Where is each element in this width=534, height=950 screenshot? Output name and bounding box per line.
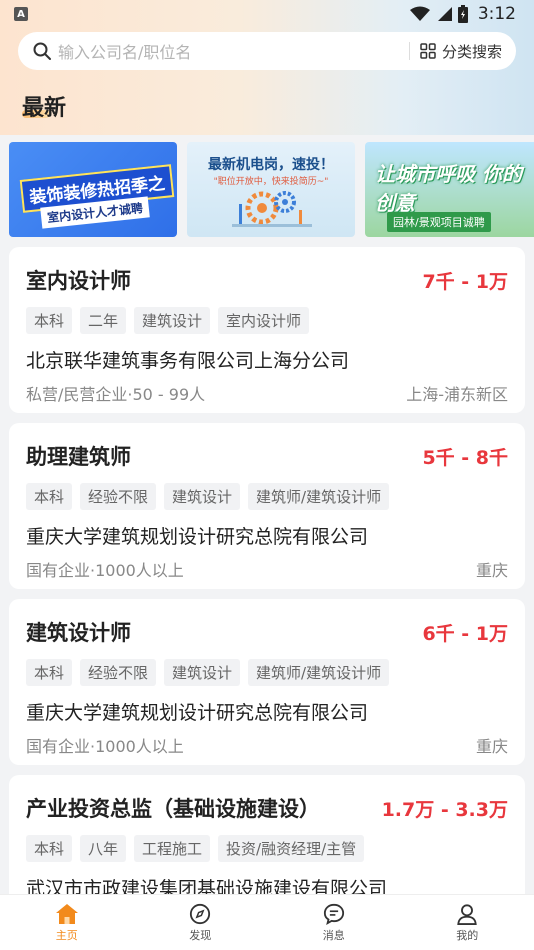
job-location: 上海-浦东新区 bbox=[406, 385, 508, 404]
tab-profile[interactable]: 我的 bbox=[427, 903, 507, 943]
search-input[interactable]: 输入公司名/职位名 bbox=[58, 39, 399, 63]
job-tag: 工程施工 bbox=[134, 835, 211, 862]
tab-label: 发现 bbox=[189, 928, 212, 942]
category-search-button[interactable]: 分类搜索 bbox=[420, 41, 502, 62]
tab-messages[interactable]: 消息 bbox=[294, 903, 374, 943]
search-divider bbox=[408, 42, 410, 60]
banner-subtitle: 园林/景观项目诚聘 bbox=[387, 212, 491, 232]
gears-illustration bbox=[232, 191, 312, 227]
job-salary: 1.7万 - 3.3万 bbox=[381, 798, 508, 821]
banner-electromechanical[interactable]: 最新机电岗，速投！ "职位开放中，快来投简历~" bbox=[187, 142, 355, 237]
tab-label: 主页 bbox=[55, 928, 78, 942]
job-tag: 本科 bbox=[26, 659, 73, 686]
job-tag: 建筑师/建筑设计师 bbox=[248, 659, 390, 686]
tab-label: 我的 bbox=[456, 928, 479, 942]
job-tag: 室内设计师 bbox=[218, 307, 310, 334]
job-tag: 经验不限 bbox=[80, 659, 157, 686]
search-icon bbox=[33, 42, 51, 60]
search-bar[interactable]: 输入公司名/职位名 分类搜索 bbox=[18, 32, 516, 70]
job-tag: 本科 bbox=[26, 483, 73, 510]
job-title: 室内设计师 bbox=[26, 269, 131, 293]
job-card[interactable]: 室内设计师 7千 - 1万 本科 二年 建筑设计 室内设计师 北京联华建筑事务有… bbox=[9, 247, 525, 413]
job-title: 产业投资总监（基础设施建设） bbox=[26, 797, 320, 821]
company-info: 国有企业·1000人以上 bbox=[26, 737, 184, 756]
banner-carousel: 装饰装修热招季之 室内设计人才诚聘 最新机电岗，速投！ "职位开放中，快来投简历… bbox=[9, 142, 534, 237]
company-info: 私营/民营企业·50 - 99人 bbox=[26, 385, 206, 404]
company-name: 重庆大学建筑规划设计研究总院有限公司 bbox=[26, 702, 369, 724]
banner-landscape[interactable]: 让城市呼吸 你的创意 园林/景观项目诚聘 bbox=[365, 142, 534, 237]
bottom-tab-bar: 主页 发现 消息 我的 bbox=[0, 894, 534, 950]
job-card[interactable]: 建筑设计师 6千 - 1万 本科 经验不限 建筑设计 建筑师/建筑设计师 重庆大… bbox=[9, 599, 525, 765]
company-name: 北京联华建筑事务有限公司上海分公司 bbox=[26, 350, 350, 372]
job-salary: 7千 - 1万 bbox=[422, 270, 508, 293]
job-tags: 本科 二年 建筑设计 室内设计师 bbox=[26, 307, 508, 334]
job-tags: 本科 经验不限 建筑设计 建筑师/建筑设计师 bbox=[26, 659, 508, 686]
job-salary: 6千 - 1万 bbox=[422, 622, 508, 645]
tab-discover[interactable]: 发现 bbox=[160, 903, 240, 943]
wifi-icon bbox=[409, 6, 430, 21]
job-title: 助理建筑师 bbox=[26, 445, 131, 469]
company-info: 国有企业·1000人以上 bbox=[26, 561, 184, 580]
grid-icon bbox=[420, 43, 436, 59]
job-tag: 投资/融资经理/主管 bbox=[218, 835, 365, 862]
job-tag: 建筑设计 bbox=[134, 307, 211, 334]
signal-icon bbox=[437, 7, 452, 21]
home-icon bbox=[55, 903, 78, 924]
status-bar: A 3:12 bbox=[0, 0, 534, 28]
banner-title: 最新机电岗，速投！ bbox=[208, 157, 334, 173]
battery-icon bbox=[457, 5, 468, 23]
job-tags: 本科 八年 工程施工 投资/融资经理/主管 bbox=[26, 835, 508, 862]
job-tag: 本科 bbox=[26, 307, 73, 334]
job-tag: 八年 bbox=[80, 835, 127, 862]
message-icon bbox=[323, 903, 344, 925]
job-tag: 建筑设计 bbox=[164, 483, 241, 510]
job-tag: 二年 bbox=[80, 307, 127, 334]
tab-label: 消息 bbox=[322, 928, 345, 942]
job-title: 建筑设计师 bbox=[26, 621, 131, 645]
category-search-label: 分类搜索 bbox=[441, 42, 502, 61]
section-title: 最新 bbox=[22, 96, 67, 121]
tab-home[interactable]: 主页 bbox=[27, 903, 107, 943]
job-tags: 本科 经验不限 建筑设计 建筑师/建筑设计师 bbox=[26, 483, 508, 510]
user-icon bbox=[457, 903, 477, 925]
banner-title: 让城市呼吸 你的创意 bbox=[375, 162, 522, 215]
job-card[interactable]: 助理建筑师 5千 - 8千 本科 经验不限 建筑设计 建筑师/建筑设计师 重庆大… bbox=[9, 423, 525, 589]
job-salary: 5千 - 8千 bbox=[422, 446, 508, 469]
compass-icon bbox=[190, 903, 211, 924]
app-badge-icon: A bbox=[14, 7, 28, 21]
job-location: 重庆 bbox=[475, 737, 508, 756]
clock: 3:12 bbox=[477, 4, 516, 24]
job-tag: 建筑师/建筑设计师 bbox=[248, 483, 390, 510]
job-tag: 经验不限 bbox=[80, 483, 157, 510]
banner-decoration[interactable]: 装饰装修热招季之 室内设计人才诚聘 bbox=[9, 142, 177, 237]
job-location: 重庆 bbox=[475, 561, 508, 580]
job-tag: 本科 bbox=[26, 835, 73, 862]
job-tag: 建筑设计 bbox=[164, 659, 241, 686]
company-name: 重庆大学建筑规划设计研究总院有限公司 bbox=[26, 526, 369, 548]
